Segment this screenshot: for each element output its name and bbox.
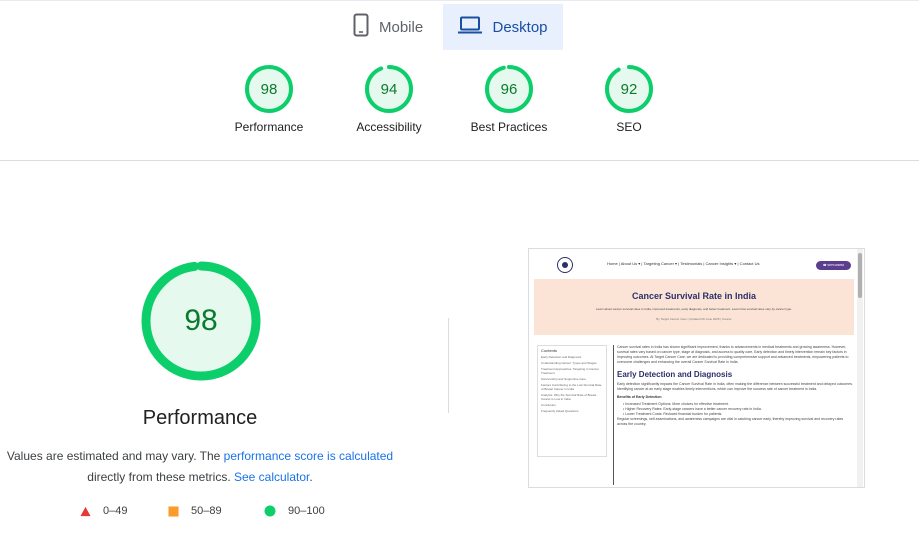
thumb-hero: Cancer Survival Rate in India Learn abou… — [534, 279, 854, 335]
tab-mobile-label: Mobile — [379, 18, 424, 36]
legend-average: 50–89 — [168, 505, 222, 517]
legend-fail-range: 0–49 — [103, 505, 128, 517]
score-label: SEO — [616, 120, 642, 134]
thumb-toc-heading: Contents — [541, 348, 558, 353]
thumb-toc-item: Conclusion — [541, 403, 556, 407]
score-best-practices[interactable]: 96 Best Practices — [454, 64, 564, 134]
thumb-paragraph: Early detection significantly impacts th… — [617, 382, 853, 391]
final-screenshot-thumbnail[interactable]: Home | About Us ▾ | Targeting Cancer ▾ |… — [528, 248, 865, 488]
thumb-paragraph: Regular screenings, self-examinations, a… — [617, 417, 844, 426]
thumb-hero-meta: By Target Cancer Care | Updated 09 June … — [656, 317, 732, 321]
score-value: 98 — [261, 81, 278, 98]
logo-icon — [557, 257, 573, 273]
thumb-navbar: Home | About Us ▾ | Targeting Cancer ▾ |… — [529, 249, 857, 279]
gauge-performance: 98 — [245, 65, 293, 113]
legend-pass-range: 90–100 — [288, 505, 325, 517]
score-accessibility[interactable]: 94 Accessibility — [334, 64, 444, 134]
thumb-scrollbar — [857, 249, 863, 487]
score-label: Accessibility — [356, 120, 422, 134]
thumb-toc-item: Early Detection and Diagnosis — [541, 355, 582, 359]
score-value: 96 — [501, 81, 518, 98]
gauge-best-practices: 96 — [485, 65, 533, 113]
thumb-menu: Home | About Us ▾ | Targeting Cancer ▾ |… — [607, 261, 760, 266]
gauge-seo: 92 — [605, 65, 653, 113]
score-value: 92 — [621, 81, 638, 98]
thumb-hero-subtitle: Learn about cancer survival rates in Ind… — [595, 307, 793, 311]
note-prefix: Values are estimated and may vary. The — [6, 449, 224, 463]
legend-pass: 90–100 — [264, 505, 325, 517]
score-note: Values are estimated and may vary. The p… — [0, 446, 400, 488]
mobile-icon — [353, 13, 369, 41]
performance-title: Performance — [142, 407, 258, 429]
thumb-toc: Contents Early Detection and Diagnosis U… — [537, 345, 607, 457]
thumb-toc-item: Analysis: Why the Survival Rate of Breas… — [541, 393, 597, 401]
tab-desktop[interactable]: Desktop — [443, 4, 563, 50]
thumb-toc-item: Treatment Approaches: Targeting in Cance… — [541, 367, 599, 375]
thumb-phone-button: ☎ 9875439866 — [816, 261, 851, 270]
tab-desktop-label: Desktop — [492, 18, 548, 36]
thumb-hero-title: Cancer Survival Rate in India — [631, 291, 757, 301]
legend-fail: 0–49 — [80, 505, 127, 517]
note-suffix: . — [309, 470, 313, 484]
thumb-toc-item: Factors Contributing to the Low Survival… — [541, 383, 602, 391]
score-value: 94 — [381, 81, 398, 98]
tab-mobile[interactable]: Mobile — [345, 4, 443, 50]
square-icon — [168, 505, 179, 517]
vertical-divider — [448, 318, 449, 413]
thumb-toc-item: Frequently Asked Questions — [541, 409, 579, 413]
score-performance[interactable]: 98 Performance — [214, 64, 324, 134]
thumb-toc-item: Understanding Cancer: Types and Stages — [541, 361, 597, 365]
score-legend: 0–49 50–89 90–100 — [0, 505, 400, 521]
thumb-toc-item: Survivorship and Supportive Care — [541, 377, 586, 381]
circle-icon — [264, 505, 276, 517]
thumb-article: Cancer survival rates in India has shown… — [613, 345, 853, 485]
performance-score-value: 98 — [184, 304, 217, 337]
section-divider — [0, 160, 919, 161]
thumb-subheading: Benefits of Early Detection — [617, 395, 662, 399]
performance-gauge-large: 98 — [141, 261, 261, 381]
top-border — [0, 0, 919, 1]
performance-score-link[interactable]: performance score is calculated — [224, 449, 393, 463]
thumb-intro: Cancer survival rates in India has shown… — [617, 345, 849, 364]
note-mid: directly from these metrics. — [87, 470, 234, 484]
thumb-heading: Early Detection and Diagnosis — [617, 370, 733, 379]
laptop-icon — [458, 16, 483, 38]
score-label: Best Practices — [470, 120, 548, 134]
score-seo[interactable]: 92 SEO — [574, 64, 684, 134]
triangle-icon — [80, 506, 91, 516]
legend-average-range: 50–89 — [191, 505, 222, 517]
score-label: Performance — [234, 120, 304, 134]
see-calculator-link[interactable]: See calculator — [234, 470, 309, 484]
gauge-accessibility: 94 — [365, 65, 413, 113]
